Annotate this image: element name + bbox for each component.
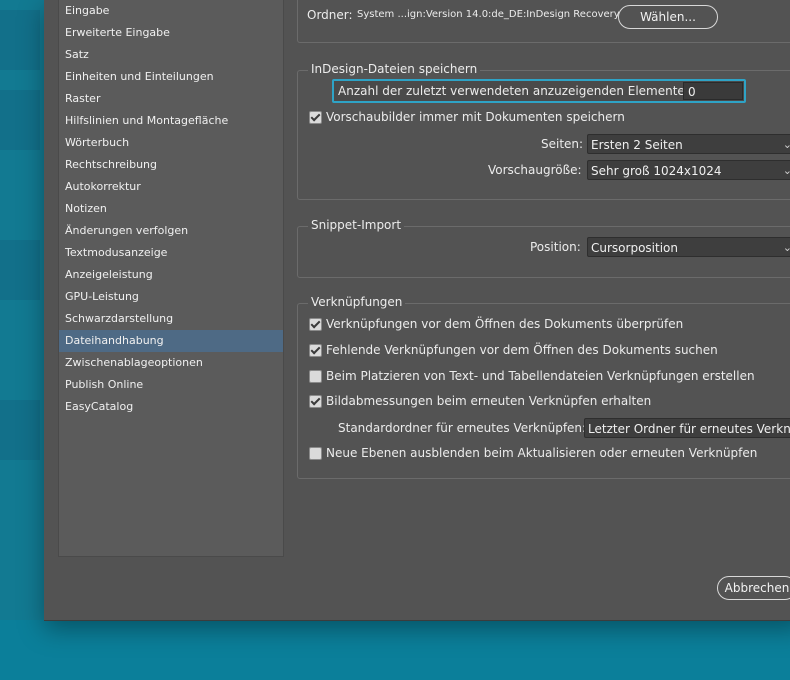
hide-new-layers-checkbox[interactable] [309,447,322,460]
create-links-on-place-checkbox[interactable] [309,370,322,383]
check-links-label: Verknüpfungen vor dem Öffnen des Dokumen… [326,317,684,331]
sidebar-item-zwischenablage[interactable]: Zwischenablageoptionen [59,352,283,374]
cancel-button[interactable]: Abbrechen [717,576,790,600]
preserve-dimensions-label: Bildabmessungen beim erneuten Verknüpfen… [326,394,652,408]
position-select[interactable]: Cursorposition ⌄ [587,237,790,257]
position-label: Position: [530,240,581,254]
sidebar-item-hilfslinien[interactable]: Hilfslinien und Montagefläche [59,110,283,132]
pages-label: Seiten: [541,137,584,151]
find-missing-links-checkbox[interactable] [309,344,322,357]
recovery-folder-label: Ordner: [307,8,353,22]
sidebar-item-eingabe[interactable]: Eingabe [59,0,283,22]
hide-new-layers-label: Neue Ebenen ausblenden beim Aktualisiere… [326,446,758,460]
position-value: Cursorposition [591,241,678,255]
sidebar-item-aenderungen[interactable]: Änderungen verfolgen [59,220,283,242]
default-relink-folder-label: Standardordner für erneutes Verknüpfen: [338,421,587,435]
choose-folder-button[interactable]: Wählen... [618,5,718,29]
sidebar-item-rechtschreibung[interactable]: Rechtschreibung [59,154,283,176]
desktop-pattern [0,10,40,70]
sidebar-item-einheiten[interactable]: Einheiten und Einteilungen [59,66,283,88]
links-title: Verknüpfungen [308,295,406,309]
sidebar-item-erweiterte-eingabe[interactable]: Erweiterte Eingabe [59,22,283,44]
sidebar-item-schwarzdarstellung[interactable]: Schwarzdarstellung [59,308,283,330]
preview-images-label: Vorschaubilder immer mit Dokumenten spei… [326,110,625,124]
snippet-import-title: Snippet-Import [308,218,405,232]
desktop-pattern [0,90,40,150]
sidebar-item-satz[interactable]: Satz [59,44,283,66]
find-missing-links-label: Fehlende Verknüpfungen vor dem Öffnen de… [326,343,718,357]
preferences-dialog: Eingabe Erweiterte Eingabe Satz Einheite… [44,0,790,621]
sidebar-item-anzeigeleistung[interactable]: Anzeigeleistung [59,264,283,286]
default-relink-folder-value: Letzter Ordner für erneutes Verknüpfen [588,422,790,436]
preview-size-select[interactable]: Sehr groß 1024x1024 ⌄ [587,160,790,180]
chevron-down-icon: ⌄ [783,135,790,153]
preview-size-value: Sehr groß 1024x1024 [591,164,722,178]
sidebar-item-raster[interactable]: Raster [59,88,283,110]
recent-items-label: Anzahl der zuletzt verwendeten anzuzeige… [338,84,689,98]
sidebar-item-notizen[interactable]: Notizen [59,198,283,220]
recent-items-input[interactable]: 0 [683,82,743,100]
sidebar-item-woerterbuch[interactable]: Wörterbuch [59,132,283,154]
preserve-dimensions-checkbox[interactable] [309,395,322,408]
sidebar-item-publish-online[interactable]: Publish Online [59,374,283,396]
save-files-title: InDesign-Dateien speichern [308,62,481,76]
preview-images-checkbox[interactable] [309,111,322,124]
recovery-folder-path: System ...ign:Version 14.0:de_DE:InDesig… [357,9,620,20]
sidebar-item-easycatalog[interactable]: EasyCatalog [59,396,283,418]
sidebar-item-gpu-leistung[interactable]: GPU-Leistung [59,286,283,308]
check-links-checkbox[interactable] [309,318,322,331]
sidebar-item-textmodus[interactable]: Textmodusanzeige [59,242,283,264]
chevron-down-icon: ⌄ [783,238,790,256]
default-relink-folder-select[interactable]: Letzter Ordner für erneutes Verknüpfen [584,418,790,438]
preferences-sidebar: Eingabe Erweiterte Eingabe Satz Einheite… [58,0,284,557]
preview-size-label: Vorschaugröße: [488,163,582,177]
sidebar-item-dateihandhabung[interactable]: Dateihandhabung [59,330,283,352]
create-links-on-place-label: Beim Platzieren von Text- und Tabellenda… [326,369,755,383]
pages-value: Ersten 2 Seiten [591,138,683,152]
pages-select[interactable]: Ersten 2 Seiten ⌄ [587,134,790,154]
chevron-down-icon: ⌄ [783,161,790,179]
desktop-pattern [0,400,40,460]
sidebar-item-autokorrektur[interactable]: Autokorrektur [59,176,283,198]
desktop-pattern [0,240,40,300]
